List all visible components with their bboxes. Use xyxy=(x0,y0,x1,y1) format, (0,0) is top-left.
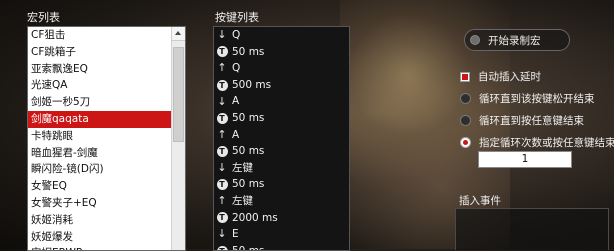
arrow-down-icon-glyph: ↓ xyxy=(217,161,227,175)
key-list-item[interactable]: ↑ Q xyxy=(214,60,349,77)
key-list-item[interactable]: T 50 ms xyxy=(214,110,349,127)
loop-count-option[interactable]: 指定循环次数或按任意键结束 xyxy=(460,135,614,150)
macro-list-item[interactable]: 妖姬爆发 xyxy=(28,229,171,246)
start-record-button[interactable]: 开始录制宏 xyxy=(464,29,570,51)
scrollbar-thumb[interactable] xyxy=(173,47,184,142)
macro-list-heading: 宏列表 xyxy=(27,11,60,24)
timer-icon: T xyxy=(216,179,228,191)
key-list-item[interactable]: T 2000 ms xyxy=(214,210,349,227)
arrow-down-icon: ↓ xyxy=(216,94,228,108)
macro-list-item[interactable]: 亚索飘逸EQ xyxy=(28,61,171,78)
key-list-item-label: Q xyxy=(232,29,241,41)
key-list-item[interactable]: T 50 ms xyxy=(214,143,349,160)
loop-until-release-radio[interactable] xyxy=(460,93,471,104)
arrow-down-icon: ↓ xyxy=(216,228,228,240)
key-list-item-label: 500 ms xyxy=(232,78,272,91)
key-list-item-label: A xyxy=(232,95,240,108)
key-list-item-label: 左键 xyxy=(232,161,253,174)
timer-icon: T xyxy=(216,46,228,58)
loop-until-any-key-label: 循环直到按任意键结束 xyxy=(479,115,584,127)
auto-insert-delay-option[interactable]: 自动插入延时 xyxy=(460,69,541,84)
loop-until-any-key-radio[interactable] xyxy=(460,115,471,126)
macro-list-item[interactable]: CF跳箱子 xyxy=(28,44,171,61)
key-list-item[interactable]: ↑ A xyxy=(214,127,349,144)
record-dot-icon xyxy=(470,35,480,45)
loop-count-label: 指定循环次数或按任意键结束 xyxy=(479,137,614,149)
key-list-item-label: E xyxy=(232,228,239,241)
auto-insert-delay-label: 自动插入延时 xyxy=(478,71,541,83)
timer-icon-glyph: T xyxy=(216,46,228,58)
key-list-item-label: 50 ms xyxy=(232,178,265,191)
key-list[interactable]: ↓ Q T 50 ms ↑ Q T 500 ms ↓ A T 50 ms ↑ A T 50 ms ↓ 左键 T 50 … xyxy=(213,26,350,251)
arrow-down-icon-glyph: ↓ xyxy=(217,227,227,241)
key-list-item[interactable]: ↑ 左键 xyxy=(214,193,349,210)
loop-until-any-key-option[interactable]: 循环直到按任意键结束 xyxy=(460,113,584,128)
auto-insert-delay-checkbox[interactable] xyxy=(460,71,470,82)
arrow-down-icon: ↓ xyxy=(216,29,228,41)
timer-icon-glyph: T xyxy=(216,212,228,224)
timer-icon-glyph: T xyxy=(216,79,228,91)
key-list-item-label: A xyxy=(232,128,240,141)
key-list-item-label: 左键 xyxy=(232,194,253,207)
timer-icon: T xyxy=(216,145,228,157)
macro-list-item[interactable]: 瞬闪险-镜(D闪) xyxy=(28,161,171,178)
macro-list-items: CF狙击 CF跳箱子 亚索飘逸EQ 光速QA 剑姬一秒5刀 剑魔qaqata 卡特跳眼 暗血猩… xyxy=(28,27,171,250)
key-list-item[interactable]: ↓ E xyxy=(214,226,349,243)
arrow-down-icon: ↓ xyxy=(216,162,228,174)
loop-until-release-option[interactable]: 循环直到该按键松开结束 xyxy=(460,91,595,106)
key-list-item[interactable]: T 50 ms xyxy=(214,176,349,193)
macro-list-item[interactable]: 女警夹子+EQ xyxy=(28,195,171,212)
arrow-up-icon-glyph: ↑ xyxy=(217,194,227,208)
key-list-item-label: 50 ms xyxy=(232,45,265,58)
key-list-item[interactable]: ↓ Q xyxy=(214,27,349,44)
timer-icon: T xyxy=(216,112,228,124)
arrow-up-icon: ↑ xyxy=(216,127,228,141)
macro-list-item[interactable]: CF狙击 xyxy=(28,27,171,44)
key-list-item-label: 50 ms xyxy=(232,145,265,158)
key-list-item-label: 2000 ms xyxy=(232,211,278,224)
loop-count-radio[interactable] xyxy=(460,137,471,148)
timer-icon: T xyxy=(216,79,228,91)
macro-list-item[interactable]: 安妮ERWR xyxy=(28,245,171,250)
arrow-up-icon: ↑ xyxy=(216,62,228,74)
loop-count-input[interactable]: 1 xyxy=(478,151,572,168)
macro-list-item[interactable]: 光速QA xyxy=(28,77,171,94)
macro-list-item[interactable]: 暗血猩君-剑魔 xyxy=(28,145,171,162)
arrow-up-icon: ↑ xyxy=(216,195,228,207)
key-list-items: ↓ Q T 50 ms ↑ Q T 500 ms ↓ A T 50 ms ↑ A T 50 ms ↓ 左键 T 50 … xyxy=(214,27,349,251)
start-record-label: 开始录制宏 xyxy=(488,34,541,47)
key-list-item-label: 50 ms xyxy=(232,111,265,124)
arrow-up-icon-glyph: ↑ xyxy=(217,61,227,75)
key-list-heading: 按键列表 xyxy=(215,11,259,24)
arrow-down-icon-glyph: ↓ xyxy=(217,94,227,108)
timer-icon: T xyxy=(216,212,228,224)
macro-list-item[interactable]: 妖姬消耗 xyxy=(28,212,171,229)
insert-event-label: 插入事件 xyxy=(459,195,501,207)
macro-list-scrollbar[interactable] xyxy=(171,27,185,250)
timer-icon-glyph: T xyxy=(216,112,228,124)
key-list-item-label: 50 ms xyxy=(232,244,265,251)
macro-list-item[interactable]: 剑魔qaqata xyxy=(28,110,171,128)
timer-icon: T xyxy=(216,245,228,250)
insert-event-panel[interactable] xyxy=(455,208,609,250)
timer-icon-glyph: T xyxy=(216,179,228,191)
key-list-item[interactable]: T 50 ms xyxy=(214,243,349,251)
key-list-item[interactable]: ↓ A xyxy=(214,93,349,110)
key-list-item[interactable]: T 50 ms xyxy=(214,44,349,61)
key-list-item[interactable]: ↓ 左键 xyxy=(214,160,349,177)
scroll-up-arrow-icon[interactable] xyxy=(172,27,185,41)
key-list-item-label: Q xyxy=(232,62,241,75)
loop-until-release-label: 循环直到该按键松开结束 xyxy=(479,93,595,105)
arrow-down-icon-glyph: ↓ xyxy=(217,28,227,42)
timer-icon-glyph: T xyxy=(216,245,228,250)
timer-icon-glyph: T xyxy=(216,145,228,157)
key-list-item[interactable]: T 500 ms xyxy=(214,77,349,94)
macro-list-item[interactable]: 女警EQ xyxy=(28,178,171,195)
macro-list[interactable]: CF狙击 CF跳箱子 亚索飘逸EQ 光速QA 剑姬一秒5刀 剑魔qaqata 卡特跳眼 暗血猩… xyxy=(27,26,186,251)
macro-list-item[interactable]: 剑姬一秒5刀 xyxy=(28,94,171,111)
macro-list-item[interactable]: 卡特跳眼 xyxy=(28,128,171,145)
arrow-up-icon-glyph: ↑ xyxy=(217,127,227,141)
